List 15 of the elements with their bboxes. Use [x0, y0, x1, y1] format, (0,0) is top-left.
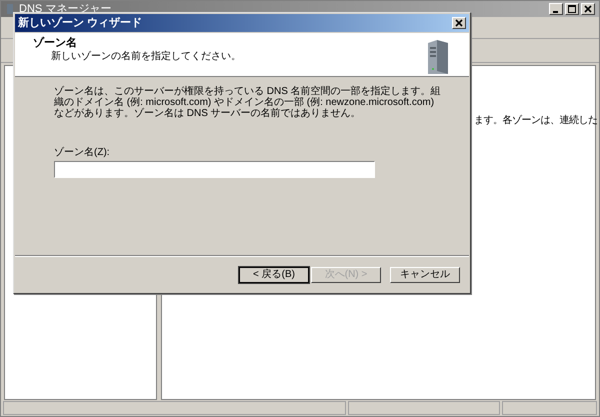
close-button[interactable] [581, 3, 595, 15]
minimize-button[interactable] [549, 3, 563, 15]
maximize-icon [568, 5, 576, 13]
close-button[interactable] [452, 17, 466, 29]
back-button[interactable]: < 戻る(B) [239, 267, 309, 283]
field-label: ゾーン名(Z): [54, 148, 111, 158]
dialog-title: 新しいゾーン ウィザード [18, 18, 142, 28]
header-title: ゾーン名 [33, 38, 78, 49]
maximize-button[interactable] [565, 3, 579, 15]
cancel-button[interactable]: キャンセル [390, 267, 460, 283]
description-text: ます。各ゾーンは、連続した [474, 116, 598, 126]
header-subtitle: 新しいゾーンの名前を指定してください。 [50, 52, 241, 62]
description-paragraph: ゾーン名は、このサーバーが権限を持っている DNS 名前空間の一部を指定します。組織のドメイン名 (例: microsoft.com) やドメイン名の一部 (例: newzone.microsoft.com) などがあります。ゾーン名は DNS サーバーの名前ではありません。 [54, 86, 442, 119]
zone-name-field[interactable] [54, 161, 375, 178]
close-icon [584, 5, 592, 13]
